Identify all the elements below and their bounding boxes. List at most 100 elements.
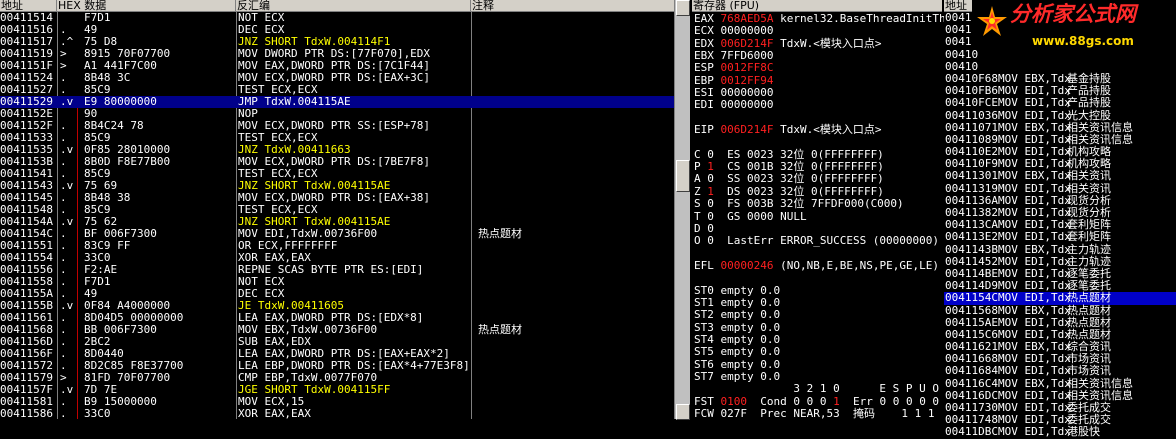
- disasm-row[interactable]: 00411545. 8B48 38 MOV ECX,DWORD PTR DS:[EA…: [0, 192, 674, 204]
- disasm-row[interactable]: 0041156D. 2BC2 SUB EAX,EDX: [0, 336, 674, 348]
- col-header-address[interactable]: 地址: [0, 0, 57, 11]
- reference-row[interactable]: 00411301 MOV EBX,Tdx 相关资讯: [944, 170, 1176, 182]
- disasm-hex: 75 69: [84, 180, 118, 192]
- disasm-comment: [478, 180, 674, 192]
- disasm-row[interactable]: 00411556. F2:AE REPNE SCAS BYTE PTR ES:[ED…: [0, 264, 674, 276]
- disasm-instruction: MOV ECX,DWORD PTR DS:[EAX+38]: [238, 192, 431, 204]
- disasm-hex: 8B48 3C: [84, 72, 131, 84]
- disasm-comment: 热点题材: [478, 324, 522, 336]
- disasm-row[interactable]: 00411581. B9 15000000 MOV ECX,15: [0, 396, 674, 408]
- reference-row[interactable]: 00410FCE MOV EDI,Tdx 产品持股: [944, 97, 1176, 109]
- disasm-address: 00411568: [0, 324, 53, 336]
- disasm-row[interactable]: 00411572. 8D2C85 F8E37700 LEA EBP,DWORD PT…: [0, 360, 674, 372]
- registers-pane[interactable]: 寄存器 (FPU) EAX 768AED5A kernel32.BaseThre…: [692, 0, 946, 420]
- disasm-row[interactable]: 0041153B. 8B0D F8E77B00 MOV ECX,DWORD PTR …: [0, 156, 674, 168]
- reference-address: 00411748: [945, 413, 998, 427]
- register-text: ST4 empty 0.0: [694, 332, 781, 346]
- register-line[interactable]: O 0 LastErr ERROR_SUCCESS (00000000): [694, 235, 940, 247]
- reference-instruction: MOV EDI,Tdx: [998, 181, 1071, 195]
- reference-row[interactable]: 00411036 MOV EDI,Tdx 光大控股: [944, 109, 1176, 122]
- register-line[interactable]: T 0 GS 0000 NULL: [694, 210, 940, 223]
- disasm-row[interactable]: 0041152E 90 NOP: [0, 108, 674, 120]
- disasm-row[interactable]: 0041152F. 8B4C24 78 MOV ECX,DWORD PTR SS:[…: [0, 120, 674, 132]
- reference-row[interactable]: 004113E2 MOV EDI,Tdx 套利矩阵: [944, 231, 1176, 243]
- register-text: ST7 empty 0.0: [694, 369, 781, 383]
- disasm-row[interactable]: 00411579 >81FD 70F07700 CMP EBP,TdxW.0077F…: [0, 372, 674, 384]
- reference-pane[interactable]: 地址 00410 00410 00410 00410 00410 00410F68 MOV …: [944, 0, 1176, 438]
- watermark-logo: 分析家公式网 www.88gs.com: [972, 0, 1176, 50]
- disasm-row[interactable]: 00411524. 8B48 3C MOV ECX,DWORD PTR DS:[EA…: [0, 72, 674, 84]
- reference-row[interactable]: 00411319 MOV EDI,Tdx 相关资讯: [944, 181, 1176, 195]
- disasm-comment: [478, 336, 674, 348]
- disasm-row[interactable]: 00411529 .v E9 80000000 JMP TdxW.004115AE: [0, 96, 674, 108]
- disasm-row[interactable]: 00411586. 33C0 XOR EAX,EAX: [0, 408, 674, 419]
- disasm-instruction: DEC ECX: [238, 288, 285, 300]
- col-header-hex[interactable]: HEX 数据: [57, 0, 236, 11]
- disasm-row[interactable]: 00411554. 33C0 XOR EAX,EAX: [0, 252, 674, 264]
- reference-row[interactable]: 00411684 MOV EDI,Tdx 市场资讯: [944, 365, 1176, 377]
- reference-instruction: MOV EDI,Tdx: [998, 401, 1071, 414]
- disasm-row[interactable]: 00411519 >8915 70F07700 MOV DWORD PTR DS:[…: [0, 48, 674, 60]
- reference-row[interactable]: 004116C4 MOV EBX,Tdx 相关资讯信息: [944, 377, 1176, 390]
- register-text: 0012FF8C: [720, 61, 774, 75]
- disasm-row[interactable]: 00411543 .v 75 69 JNZ SHORT TdxW.004115AE: [0, 180, 674, 192]
- disasm-address: 0041154A: [0, 216, 53, 228]
- col-header-comment[interactable]: 注释: [471, 0, 674, 11]
- register-line[interactable]: EIP 006D214F TdxW.<模块入口点>: [694, 124, 940, 136]
- reference-instruction: MOV EDI,Tdx: [998, 425, 1071, 439]
- disasm-row[interactable]: 00411533. 85C9 TEST ECX,ECX: [0, 132, 674, 144]
- disasm-address: 00411586: [0, 408, 53, 419]
- col-header-disassembly[interactable]: 反汇编: [236, 0, 471, 11]
- register-text: EDI 00000000: [694, 98, 774, 112]
- register-lines: EAX 768AED5A kernel32.BaseThreadInitTh EC…: [694, 13, 946, 420]
- disasm-address: 00411556: [0, 264, 53, 276]
- disasm-row[interactable]: 0041157F .v 7D 7E JGE SHORT TdxW.004115FF: [0, 384, 674, 396]
- disasm-marker: .v: [60, 384, 74, 396]
- disasm-comment: [478, 156, 674, 168]
- scroll-down-arrow[interactable]: [676, 404, 690, 420]
- disasm-row[interactable]: 00411517 .^ 75 D8 JNZ SHORT TdxW.004114F1: [0, 36, 674, 48]
- disasm-address: 0041157F: [0, 384, 53, 396]
- disasm-marker: >: [60, 372, 67, 384]
- scroll-up-arrow[interactable]: [676, 0, 690, 16]
- register-line[interactable]: FCW 027F Prec NEAR,53 掩码 1 1 1: [694, 408, 940, 420]
- disasm-row[interactable]: 00411527. 85C9 TEST ECX,ECX: [0, 84, 674, 96]
- disasm-row[interactable]: 00411548. 85C9 TEST ECX,ECX: [0, 204, 674, 216]
- disassembly-header: 地址 HEX 数据 反汇编 注释: [0, 0, 674, 12]
- reference-row[interactable]: 00411748 MOV EDI,Tdx 委托成交: [944, 414, 1176, 426]
- disasm-hex: 81FD 70F07700: [84, 372, 171, 384]
- reference-address: 00411621: [945, 340, 998, 354]
- disasm-comment: [478, 204, 674, 216]
- disasm-row[interactable]: 00411541. 85C9 TEST ECX,ECX: [0, 168, 674, 180]
- register-text: ESP: [694, 61, 721, 75]
- disasm-row[interactable]: 00411558. F7D1 NOT ECX: [0, 276, 674, 288]
- disasm-row[interactable]: 00411568. BB 006F7300 MOV EBX,TdxW.00736F0…: [0, 324, 674, 336]
- disasm-row[interactable]: 00411516. 49 DEC ECX: [0, 24, 674, 36]
- disassembly-scrollbar[interactable]: [674, 0, 690, 420]
- disasm-row[interactable]: 00411551. 83C9 FF OR ECX,FFFFFFFF: [0, 240, 674, 252]
- disasm-address: 0041153B: [0, 156, 53, 168]
- disasm-comment: [478, 372, 674, 384]
- disasm-row[interactable]: 0041155A. 49 DEC ECX: [0, 288, 674, 300]
- registers-header[interactable]: 寄存器 (FPU): [692, 0, 942, 12]
- reference-row[interactable]: 00411DBC MOV EDI,Tdx 港股快: [944, 426, 1176, 438]
- disasm-row[interactable]: 0041154A .v 75 62 JNZ SHORT TdxW.004115AE: [0, 216, 674, 228]
- disassembly-pane[interactable]: 地址 HEX 数据 反汇编 注释 00411514 F7D1 NOT ECX 0041…: [0, 0, 690, 420]
- reference-row[interactable]: 0041143B MOV EBX,Tdx 主力轨迹: [944, 243, 1176, 256]
- disasm-row[interactable]: 00411514 F7D1 NOT ECX: [0, 12, 674, 24]
- disasm-row[interactable]: 0041151F > A1 441F7C00 MOV EAX,DWORD PTR DS…: [0, 60, 674, 72]
- register-text: ESI 00000000: [694, 86, 774, 100]
- reference-row[interactable]: 00410: [944, 48, 1176, 61]
- disasm-row[interactable]: 00411561. 8D04D5 00000000 LEA EAX,DWORD PT…: [0, 312, 674, 324]
- disasm-row[interactable]: 00411535 .v 0F85 28010000 JNZ TdxW.00411663: [0, 144, 674, 156]
- scroll-thumb[interactable]: [676, 160, 690, 192]
- disasm-row[interactable]: 0041155B .v 0F84 A4000000 JE TdxW.00411605: [0, 300, 674, 312]
- register-line[interactable]: EFL 00000246 (NO,NB,E,BE,NS,PE,GE,LE): [694, 259, 940, 272]
- reference-row[interactable]: 00411568 MOV EBX,Tdx 热点题材: [944, 304, 1176, 317]
- disasm-row[interactable]: 0041156F. 8D0440 LEA EAX,DWORD PTR DS:[EAX…: [0, 348, 674, 360]
- disasm-row[interactable]: 0041154C. BF 006F7300 MOV EDI,TdxW.00736F0…: [0, 228, 674, 240]
- reference-address: 00411DBC: [945, 425, 998, 439]
- disasm-marker: .: [60, 276, 67, 288]
- reference-row[interactable]: 0041154C MOV EDI,Tdx 热点题材: [944, 292, 1176, 305]
- register-line[interactable]: EDI 00000000: [694, 99, 940, 111]
